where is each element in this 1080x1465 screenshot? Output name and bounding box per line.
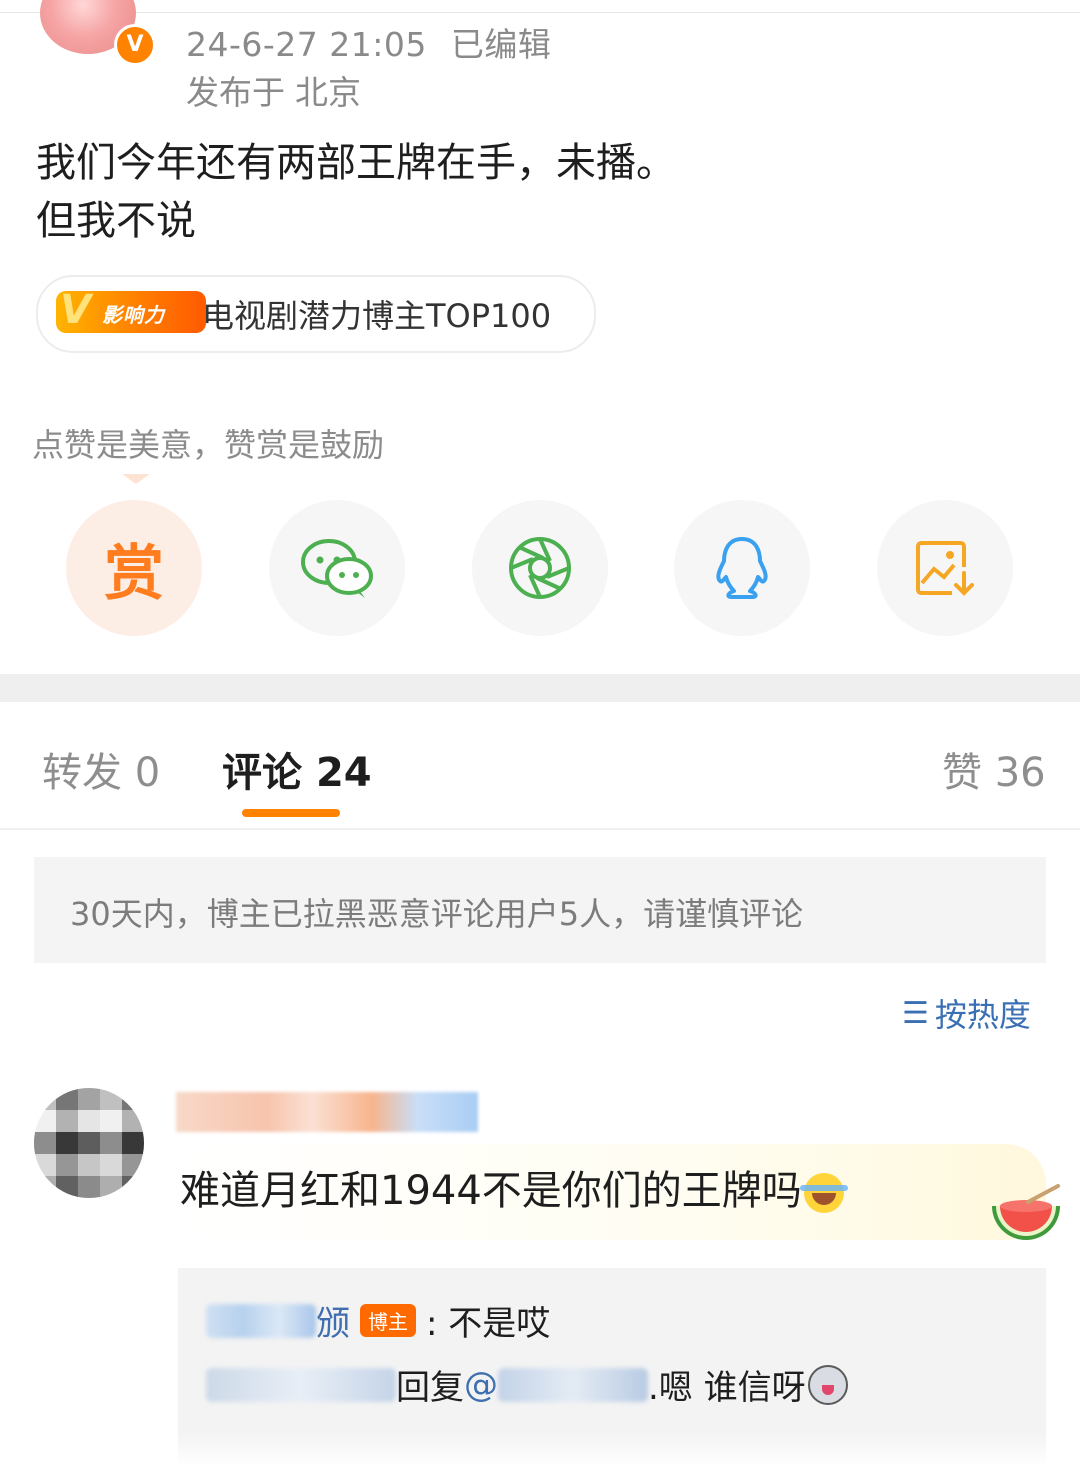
sort-label: 按热度 (934, 996, 1031, 1034)
commenter-name-blurred[interactable] (176, 1092, 478, 1132)
moderation-notice-text: 30天内，博主已拉黑恶意评论用户5人，请谨慎评论 (70, 895, 804, 933)
location-value: 北京 (295, 73, 361, 112)
tab-likes[interactable]: 赞 36 (942, 740, 1046, 798)
tab-likes-count: 36 (994, 750, 1046, 796)
reply-text: : 不是哎 (426, 1304, 551, 1344)
post-timestamp: 24-6-27 21:05 (186, 25, 427, 64)
watermelon-icon (992, 1184, 1060, 1240)
reply-author-name-tail[interactable]: 颁 (316, 1296, 350, 1345)
bottom-fade (0, 1430, 1080, 1465)
post-text-line-2: 但我不说 (36, 198, 196, 244)
post-text-line-1: 我们今年还有两部王牌在手，未播。 (36, 140, 676, 186)
reply-item[interactable]: 回复 @ .嗯 谁信呀 (206, 1360, 848, 1409)
tab-comments-count: 24 (315, 750, 372, 796)
influence-logo-icon: V 影响力 (56, 287, 206, 333)
reward-button[interactable]: 赏 (66, 500, 202, 636)
section-gap (0, 674, 1080, 702)
dog-emoji-icon (807, 1364, 848, 1405)
save-image-button[interactable] (877, 500, 1013, 636)
reply-author-blurred (206, 1303, 316, 1338)
mention-prefix[interactable]: @ (464, 1365, 498, 1405)
influence-logo-text: 影响力 (102, 303, 165, 327)
tab-repost-count: 0 (134, 750, 161, 796)
tab-repost[interactable]: 转发 0 (42, 740, 160, 798)
share-moments-button[interactable] (472, 500, 608, 636)
post-meta-location: 发布于 北京 (186, 66, 371, 114)
reply-text: .嗯 谁信呀 (648, 1368, 806, 1408)
reply-author-blurred (206, 1367, 396, 1402)
edited-label: 已编辑 (450, 25, 552, 64)
tab-bar: 转发 0 评论 24 赞 36 (0, 702, 1080, 830)
active-tab-indicator (242, 809, 340, 817)
influence-logo-v: V (60, 287, 91, 333)
verified-badge-icon: V (114, 24, 156, 66)
reply-word: 回复 (396, 1368, 464, 1408)
post-meta-time: 24-6-27 21:05 已编辑 (186, 18, 575, 66)
mention-name-blurred[interactable] (498, 1367, 648, 1402)
moderation-notice: 30天内，博主已拉黑恶意评论用户5人，请谨慎评论 (34, 857, 1046, 963)
laugh-cry-emoji-icon (799, 1173, 848, 1213)
tab-comments[interactable]: 评论 24 (222, 740, 372, 798)
sort-icon: ☰ (902, 995, 929, 1031)
influence-badge[interactable]: V 影响力 电视剧潜力博主TOP100 (36, 275, 596, 353)
top-divider (0, 0, 1080, 13)
wechat-icon (301, 539, 373, 598)
comment-text-body: 难道月红和1944不是你们的王牌吗 (180, 1168, 802, 1214)
reward-hint: 点赞是美意，赞赏是鼓励 (32, 426, 385, 464)
reply-item[interactable]: 颁 博主 : 不是哎 (206, 1296, 550, 1345)
qq-icon (716, 537, 768, 599)
comment-text: 难道月红和1944不是你们的王牌吗 (180, 1158, 848, 1216)
moments-icon (509, 537, 571, 599)
tab-comments-label: 评论 (222, 750, 302, 796)
author-tag-badge: 博主 (360, 1304, 416, 1337)
save-image-icon (916, 541, 974, 596)
commenter-avatar[interactable] (34, 1088, 144, 1198)
reward-label: 赏 (104, 538, 164, 609)
location-prefix: 发布于 (186, 73, 285, 112)
share-wechat-button[interactable] (269, 500, 405, 636)
influence-label: 电视剧潜力博主TOP100 (202, 297, 552, 335)
tab-repost-label: 转发 (42, 750, 122, 796)
hint-pointer (122, 474, 150, 484)
tab-likes-label: 赞 (942, 750, 982, 796)
share-qq-button[interactable] (674, 500, 810, 636)
post-body: 我们今年还有两部王牌在手，未播。 但我不说 (36, 134, 676, 250)
sort-button[interactable]: ☰ 按热度 (902, 990, 1031, 1036)
